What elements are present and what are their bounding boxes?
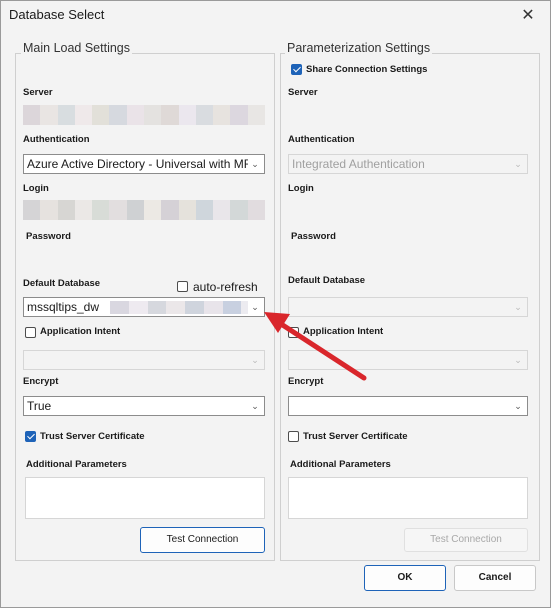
main-password-field[interactable] — [23, 247, 265, 267]
main-auth-label: Authentication — [23, 134, 90, 145]
main-trust-cert-checkbox[interactable] — [25, 431, 36, 442]
param-share-settings-label: Share Connection Settings — [306, 64, 428, 75]
param-auth-value: Integrated Authentication — [292, 157, 425, 171]
main-auto-refresh-checkbox[interactable] — [177, 281, 188, 292]
database-select-dialog: Database Select ✕ Main Load Settings Ser… — [0, 0, 551, 608]
param-test-connection-label: Test Connection — [430, 534, 502, 545]
close-icon[interactable]: ✕ — [512, 3, 544, 27]
main-server-field[interactable] — [23, 105, 265, 125]
param-default-db-select[interactable]: ⌄ — [288, 297, 528, 317]
chevron-down-icon: ⌄ — [248, 155, 262, 173]
cancel-button-label: Cancel — [478, 572, 512, 583]
param-additional-params-field[interactable] — [288, 477, 528, 519]
param-trust-cert-label: Trust Server Certificate — [303, 431, 408, 442]
main-encrypt-value: True — [27, 399, 52, 413]
param-server-label: Server — [288, 87, 318, 98]
main-additional-label: Additional Parameters — [26, 459, 127, 470]
chevron-down-icon: ⌄ — [511, 351, 525, 369]
param-additional-label: Additional Parameters — [290, 459, 391, 470]
main-encrypt-label: Encrypt — [23, 376, 59, 387]
param-encrypt-label: Encrypt — [288, 376, 324, 387]
main-login-field[interactable] — [23, 200, 265, 220]
param-share-settings-checkbox[interactable] — [291, 64, 302, 75]
param-default-db-label: Default Database — [288, 275, 366, 286]
param-app-intent-select[interactable]: ⌄ — [288, 350, 528, 370]
main-default-db-label: Default Database — [23, 278, 101, 289]
main-auth-value: Azure Active Directory - Universal with … — [27, 157, 259, 171]
chevron-down-icon: ⌄ — [248, 298, 262, 316]
main-password-label: Password — [26, 231, 71, 242]
param-auth-select[interactable]: Integrated Authentication ⌄ — [288, 154, 528, 174]
title-bar: Database Select ✕ — [1, 1, 550, 29]
param-encrypt-select[interactable]: ⌄ — [288, 396, 528, 416]
param-app-intent-label: Application Intent — [303, 326, 384, 337]
main-test-connection-button[interactable]: Test Connection — [140, 527, 265, 553]
param-password-label: Password — [291, 231, 336, 242]
parameterization-settings-title: Parameterization Settings — [285, 41, 433, 55]
cancel-button[interactable]: Cancel — [454, 565, 536, 591]
chevron-down-icon: ⌄ — [511, 397, 525, 415]
param-server-field[interactable] — [288, 105, 528, 125]
param-test-connection-button[interactable]: Test Connection — [404, 528, 528, 552]
chevron-down-icon: ⌄ — [511, 298, 525, 316]
main-server-label: Server — [23, 87, 53, 98]
param-password-field[interactable] — [288, 247, 528, 267]
ok-button[interactable]: OK — [364, 565, 446, 591]
main-auth-select[interactable]: Azure Active Directory - Universal with … — [23, 154, 265, 174]
param-app-intent-checkbox[interactable] — [288, 327, 299, 338]
chevron-down-icon: ⌄ — [511, 155, 525, 173]
main-app-intent-checkbox[interactable] — [25, 327, 36, 338]
main-encrypt-select[interactable]: True ⌄ — [23, 396, 265, 416]
main-load-settings-title: Main Load Settings — [21, 41, 133, 55]
chevron-down-icon: ⌄ — [248, 397, 262, 415]
ok-button-label: OK — [397, 572, 413, 583]
main-default-db-select[interactable]: mssqltips_dw ⌄ — [23, 297, 265, 317]
main-login-label: Login — [23, 183, 49, 194]
chevron-down-icon: ⌄ — [248, 351, 262, 369]
window-title: Database Select — [9, 7, 105, 22]
main-default-db-value: mssqltips_dw — [27, 300, 100, 314]
main-auto-refresh-label: auto-refresh — [193, 280, 258, 294]
param-trust-cert-checkbox[interactable] — [288, 431, 299, 442]
param-login-field[interactable] — [288, 200, 528, 220]
main-app-intent-select[interactable]: ⌄ — [23, 350, 265, 370]
param-login-label: Login — [288, 183, 314, 194]
main-app-intent-label: Application Intent — [40, 326, 121, 337]
main-trust-cert-label: Trust Server Certificate — [40, 431, 145, 442]
main-test-connection-label: Test Connection — [166, 534, 239, 545]
main-additional-params-field[interactable] — [25, 477, 265, 519]
main-default-db-redacted — [110, 301, 260, 314]
param-auth-label: Authentication — [288, 134, 355, 145]
